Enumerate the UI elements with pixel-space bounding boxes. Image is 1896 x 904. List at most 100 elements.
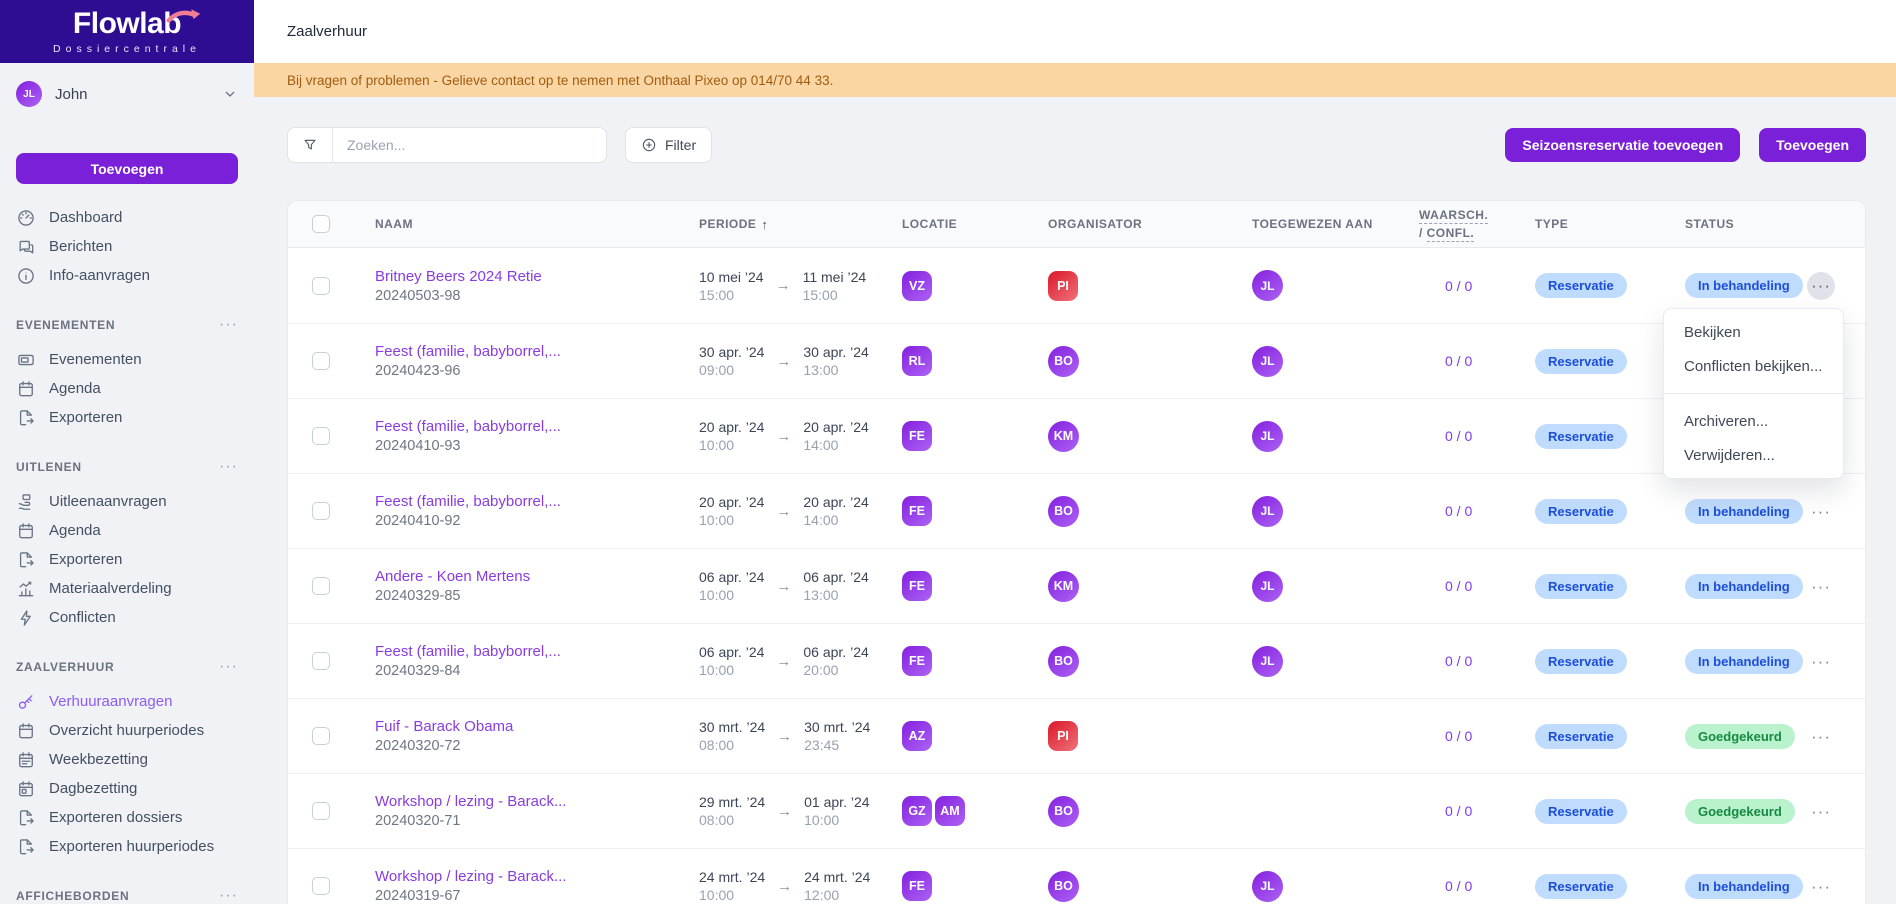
assignee-avatar: JL [1252,495,1283,527]
column-header-waarsch-confl[interactable]: WAARSCH. / CONFL. [1419,208,1535,242]
brand-arrow-icon [166,8,201,23]
assignee-avatar: JL [1252,420,1283,452]
warnings-conflicts-link[interactable]: 0 / 0 [1419,578,1472,594]
warnings-conflicts-link[interactable]: 0 / 0 [1419,428,1472,444]
reservation-name-link[interactable]: Workshop / lezing - Barack... [375,868,566,885]
notice-banner-text: Bij vragen of problemen - Gelieve contac… [287,72,834,88]
warnings-conflicts-link[interactable]: 0 / 0 [1419,803,1472,819]
topbar: Zaalverhuur [254,0,1896,63]
column-header-periode[interactable]: PERIODE ↑ [699,217,902,232]
menu-item-archiveren[interactable]: Archiveren... [1664,404,1843,438]
organisator-badge: BO [1048,870,1079,902]
row-actions-button[interactable]: ··· [1807,497,1835,525]
sidebar-item-dagbezetting[interactable]: Dagbezetting [0,774,254,803]
sidebar-item-berichten[interactable]: Berichten [0,232,254,261]
menu-item-bekijken[interactable]: Bekijken [1664,315,1843,349]
column-header-type[interactable]: TYPE [1535,217,1685,231]
add-reservation-button[interactable]: Toevoegen [1759,128,1866,162]
location-badge: FE [902,646,932,676]
type-badge: Reservatie [1535,723,1627,749]
section-menu-dots-icon[interactable]: ··· [219,316,238,333]
sidebar-item-exporteren[interactable]: Exporteren [0,403,254,432]
reservation-name-link[interactable]: Andere - Koen Mertens [375,568,530,585]
row-checkbox[interactable] [312,502,330,520]
warnings-conflicts-link[interactable]: 0 / 0 [1419,503,1472,519]
export-icon [16,837,36,857]
type-badge: Reservatie [1535,573,1627,599]
column-header-naam[interactable]: NAAM [375,217,699,231]
menu-item-conflicten-bekijken[interactable]: Conflicten bekijken... [1664,349,1843,383]
sidebar-item-dashboard[interactable]: Dashboard [0,203,254,232]
reservation-name-link[interactable]: Feest (familie, babyborrel,... [375,418,561,435]
sidebar-item-overzicht-huurperiodes[interactable]: Overzicht huurperiodes [0,716,254,745]
chevron-down-icon[interactable] [222,86,238,102]
sidebar-item-exporteren[interactable]: Exporteren [0,545,254,574]
section-menu-dots-icon[interactable]: ··· [219,658,238,675]
reservation-name-link[interactable]: Feest (familie, babyborrel,... [375,343,561,360]
brand-tagline: Dossiercentrale [53,42,201,55]
select-all-checkbox[interactable] [312,215,330,233]
sidebar-item-info-aanvragen[interactable]: Info-aanvragen [0,261,254,290]
warnings-conflicts-link[interactable]: 0 / 0 [1419,653,1472,669]
row-checkbox[interactable] [312,577,330,595]
row-checkbox[interactable] [312,652,330,670]
organisator-badge: PI [1048,721,1078,751]
sidebar-item-weekbezetting[interactable]: Weekbezetting [0,745,254,774]
section-menu-dots-icon[interactable]: ··· [219,887,238,904]
section-menu-dots-icon[interactable]: ··· [219,458,238,475]
row-checkbox[interactable] [312,276,330,295]
row-actions-button[interactable]: ··· [1807,872,1835,900]
reservation-name-link[interactable]: Workshop / lezing - Barack... [375,793,566,810]
column-header-status[interactable]: STATUS [1685,217,1801,231]
reservation-name-link[interactable]: Feest (familie, babyborrel,... [375,493,561,510]
toolbar: Filter Seizoensreservatie toevoegen Toev… [287,127,1866,163]
sidebar-item-exporteren-dossiers[interactable]: Exporteren dossiers [0,803,254,832]
assignee-avatar: JL [1252,870,1283,902]
row-actions-button[interactable]: ··· [1807,271,1835,300]
row-checkbox[interactable] [312,727,330,745]
row-actions-button[interactable]: ··· [1807,722,1835,750]
end-time: 15:00 [802,286,838,303]
warnings-conflicts-link[interactable]: 0 / 0 [1419,728,1472,744]
sidebar-item-uitleenaanvragen[interactable]: Uitleenaanvragen [0,487,254,516]
sidebar-item-agenda[interactable]: Agenda [0,374,254,403]
sidebar-item-evenementen[interactable]: Evenementen [0,345,254,374]
row-checkbox[interactable] [312,802,330,820]
warnings-conflicts-link[interactable]: 0 / 0 [1419,278,1472,294]
brand-logo: Flowlab Dossiercentrale [0,0,254,63]
row-checkbox[interactable] [312,352,330,370]
type-badge: Reservatie [1535,348,1627,374]
end-time: 13:00 [803,587,839,603]
sidebar-add-button[interactable]: Toevoegen [16,153,238,184]
location-badge: FE [902,421,932,451]
reservation-name-link[interactable]: Britney Beers 2024 Retie [375,268,542,285]
row-actions-button[interactable]: ··· [1807,797,1835,825]
sidebar-item-exporteren-huurperiodes[interactable]: Exporteren huurperiodes [0,832,254,861]
season-reservation-add-button[interactable]: Seizoensreservatie toevoegen [1505,128,1741,162]
column-header-locatie[interactable]: LOCATIE [902,217,1048,231]
column-header-toegewezen[interactable]: TOEGEWEZEN AAN [1252,217,1419,231]
organisator-badge: PI [1048,270,1078,301]
row-checkbox[interactable] [312,877,330,895]
arrow-right-icon: → [777,877,793,895]
start-date: 30 apr. ’24 [699,344,765,360]
search-input[interactable] [333,137,606,153]
menu-item-verwijderen[interactable]: Verwijderen... [1664,438,1843,472]
reservation-name-link[interactable]: Fuif - Barack Obama [375,718,513,735]
column-header-organisator[interactable]: ORGANISATOR [1048,217,1252,231]
end-time: 14:00 [803,512,839,528]
sidebar-item-materiaalverdeling[interactable]: Materiaalverdeling [0,574,254,603]
row-actions-button[interactable]: ··· [1807,647,1835,675]
row-checkbox[interactable] [312,427,330,445]
reservation-id: 20240410-92 [375,513,461,529]
sidebar-item-agenda[interactable]: Agenda [0,516,254,545]
row-actions-button[interactable]: ··· [1807,572,1835,600]
reservation-name-link[interactable]: Feest (familie, babyborrel,... [375,643,561,660]
warnings-conflicts-link[interactable]: 0 / 0 [1419,878,1472,894]
sidebar-item-conflicten[interactable]: Conflicten [0,603,254,632]
sidebar-item-verhuuraanvragen[interactable]: Verhuuraanvragen [0,687,254,716]
user-menu[interactable]: JL John [0,81,254,107]
warnings-conflicts-link[interactable]: 0 / 0 [1419,353,1472,369]
filter-button[interactable]: Filter [625,127,713,163]
bolt-icon [16,608,36,628]
